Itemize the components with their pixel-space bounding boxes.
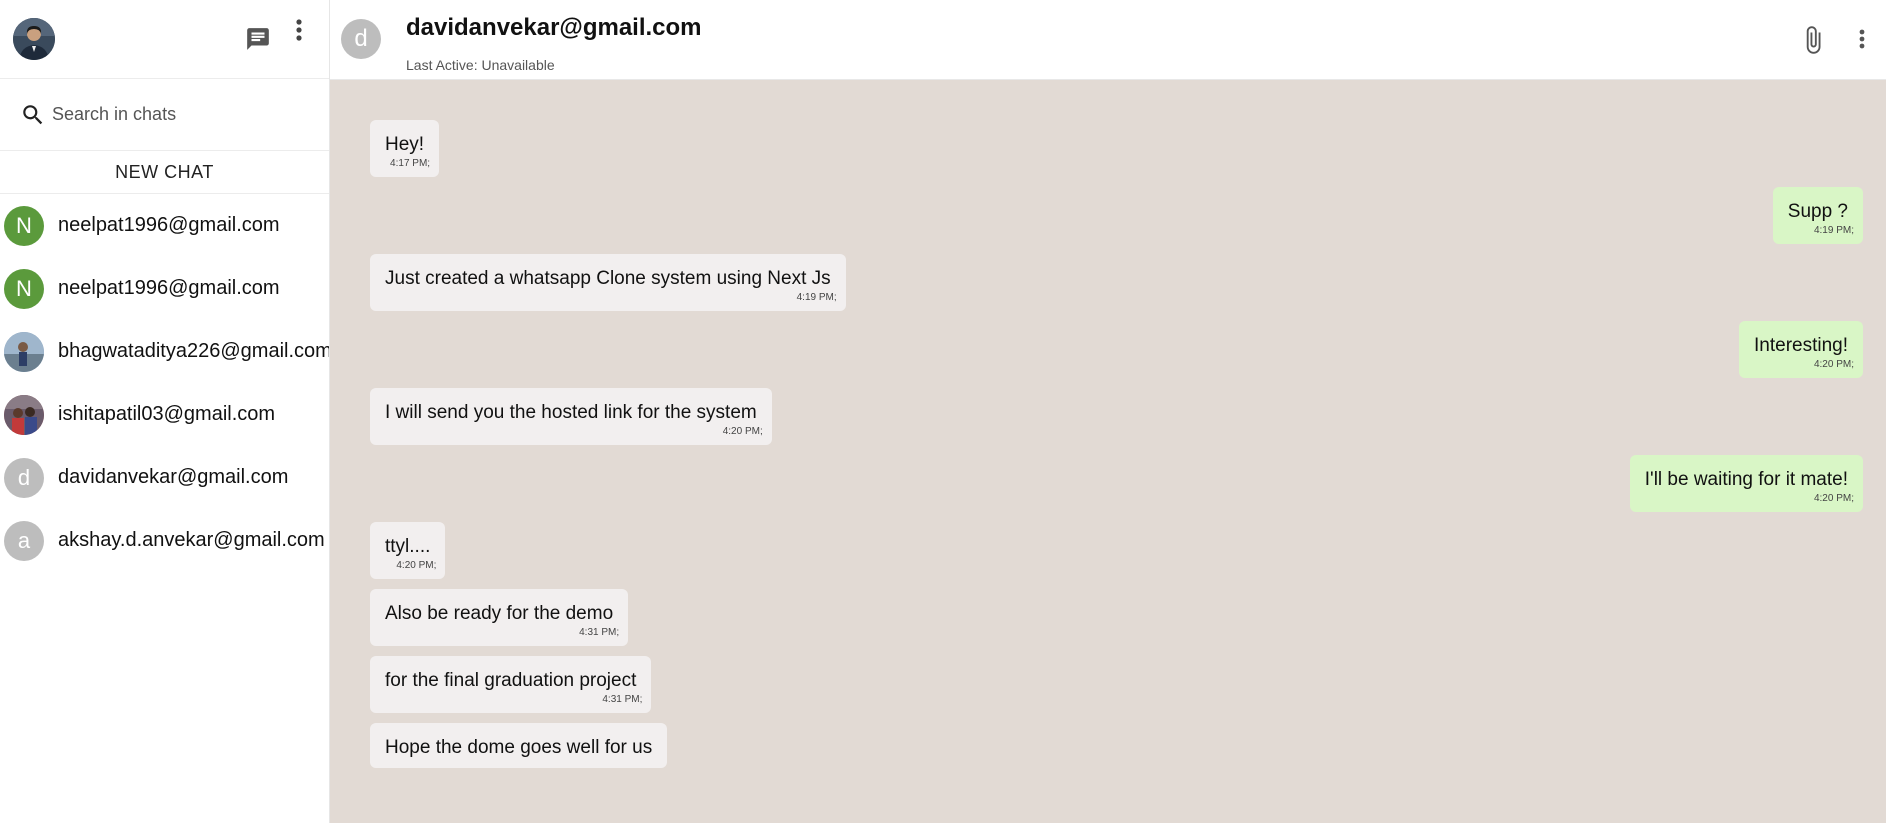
- outgoing-message: I'll be waiting for it mate! 4:20 PM;: [370, 455, 1863, 512]
- message-bubble[interactable]: Hope the dome goes well for us: [370, 723, 668, 768]
- new-chat-button[interactable]: [241, 24, 275, 54]
- search-bar: [0, 79, 329, 151]
- message-text: I will send you the hosted link for the …: [385, 402, 757, 423]
- last-active-status: Last Active: Unavailable: [406, 57, 555, 73]
- message-timestamp: 4:31 PM;: [602, 694, 643, 705]
- message-list: Hey! 4:17 PM; Supp ? 4:19 PM; Just created a…: [330, 80, 1886, 823]
- message-timestamp: 4:17 PM;: [390, 158, 431, 169]
- contact-avatar: d: [4, 457, 44, 498]
- message-timestamp: 4:20 PM;: [396, 560, 437, 571]
- attach-button[interactable]: [1798, 24, 1828, 56]
- message-text: for the final graduation project: [385, 670, 637, 691]
- contact-avatar: [4, 394, 44, 435]
- vertical-dots-icon: [1859, 29, 1865, 49]
- contact-name: neelpat1996@gmail.com: [58, 214, 280, 236]
- contact-avatar: N: [4, 268, 44, 309]
- vertical-dots-icon: [296, 19, 302, 41]
- message-text: Interesting!: [1754, 335, 1848, 356]
- message-timestamp: 4:19 PM;: [796, 292, 837, 303]
- contact-name: ishitapatil03@gmail.com: [58, 403, 276, 425]
- message-timestamp: 4:19 PM;: [1813, 225, 1854, 236]
- recipient-email: davidanvekar@gmail.com: [406, 14, 702, 41]
- incoming-message: I will send you the hosted link for the …: [370, 388, 1863, 445]
- incoming-message: Also be ready for the demo 4:31 PM;: [370, 589, 1863, 646]
- contact-avatar: N: [4, 205, 44, 246]
- contact-item[interactable]: bhagwataditya226@gmail.com: [0, 320, 329, 383]
- incoming-message: Hey! 4:17 PM;: [370, 120, 1863, 177]
- contact-avatar: a: [4, 520, 44, 561]
- outgoing-message: Supp ? 4:19 PM;: [370, 187, 1863, 244]
- contact-item[interactable]: a akshay.d.anvekar@gmail.com: [0, 509, 329, 572]
- incoming-message: ttyl.... 4:20 PM;: [370, 522, 1863, 579]
- outgoing-message: Interesting! 4:20 PM;: [370, 321, 1863, 378]
- message-bubble[interactable]: Hey! 4:17 PM;: [370, 120, 440, 177]
- message-bubble[interactable]: I'll be waiting for it mate! 4:20 PM;: [1629, 455, 1863, 512]
- chat-menu-button[interactable]: [1852, 24, 1872, 56]
- message-text: Hey!: [385, 134, 425, 155]
- message-bubble[interactable]: I will send you the hosted link for the …: [370, 388, 772, 445]
- recipient-avatar[interactable]: d: [341, 19, 381, 59]
- user-avatar[interactable]: [13, 18, 55, 60]
- message-bubble[interactable]: for the final graduation project 4:31 PM;: [370, 656, 652, 713]
- contact-name: neelpat1996@gmail.com: [58, 277, 280, 299]
- message-timestamp: 4:20 PM;: [1813, 359, 1854, 370]
- message-timestamp: 4:20 PM;: [1813, 493, 1854, 504]
- incoming-message: for the final graduation project 4:31 PM;: [370, 656, 1863, 713]
- paperclip-icon: [1806, 26, 1821, 54]
- contact-item[interactable]: d davidanvekar@gmail.com: [0, 446, 329, 509]
- app: NEW CHAT Nneelpat1996@gmail.comNneelpat1…: [0, 0, 1886, 823]
- search-icon: [23, 104, 43, 124]
- user-avatar-image: [13, 18, 55, 60]
- sidebar-menu-button[interactable]: [288, 15, 310, 45]
- message-bubble[interactable]: ttyl.... 4:20 PM;: [370, 522, 446, 579]
- sidebar-header: [0, 0, 329, 79]
- contact-name: akshay.d.anvekar@gmail.com: [58, 529, 325, 551]
- message-text: Also be ready for the demo: [385, 603, 614, 624]
- search-input[interactable]: [50, 103, 314, 126]
- message-timestamp: 4:31 PM;: [579, 627, 620, 638]
- chat-bubble-icon: [247, 28, 269, 50]
- message-bubble[interactable]: Interesting! 4:20 PM;: [1739, 321, 1863, 378]
- message-text: Supp ?: [1787, 201, 1848, 222]
- message-bubble[interactable]: Also be ready for the demo 4:31 PM;: [370, 589, 629, 646]
- contact-list: Nneelpat1996@gmail.com Nneelpat1996@gmail…: [0, 194, 329, 823]
- chat-panel: d davidanvekar@gmail.com Last Active: Un…: [330, 0, 1886, 823]
- chat-header: d davidanvekar@gmail.com Last Active: Un…: [330, 0, 1886, 80]
- incoming-message: Hope the dome goes well for us: [370, 723, 1863, 768]
- contact-item[interactable]: ishitapatil03@gmail.com: [0, 383, 329, 446]
- message-text: Hope the dome goes well for us: [385, 737, 653, 758]
- new-chat-link[interactable]: NEW CHAT: [0, 151, 329, 194]
- contact-item[interactable]: Nneelpat1996@gmail.com: [0, 257, 329, 320]
- message-text: Just created a whatsapp Clone system usi…: [385, 268, 831, 289]
- message-text: ttyl....: [385, 536, 431, 557]
- message-text: I'll be waiting for it mate!: [1644, 469, 1848, 490]
- contact-name: davidanvekar@gmail.com: [58, 466, 289, 488]
- incoming-message: Just created a whatsapp Clone system usi…: [370, 254, 1863, 311]
- contact-item[interactable]: Nneelpat1996@gmail.com: [0, 194, 329, 257]
- contact-name: bhagwataditya226@gmail.com: [58, 340, 329, 362]
- message-bubble[interactable]: Supp ? 4:19 PM;: [1772, 187, 1863, 244]
- message-timestamp: 4:20 PM;: [722, 426, 763, 437]
- message-bubble[interactable]: Just created a whatsapp Clone system usi…: [370, 254, 846, 311]
- sidebar: NEW CHAT Nneelpat1996@gmail.comNneelpat1…: [0, 0, 330, 823]
- contact-avatar: [4, 331, 44, 372]
